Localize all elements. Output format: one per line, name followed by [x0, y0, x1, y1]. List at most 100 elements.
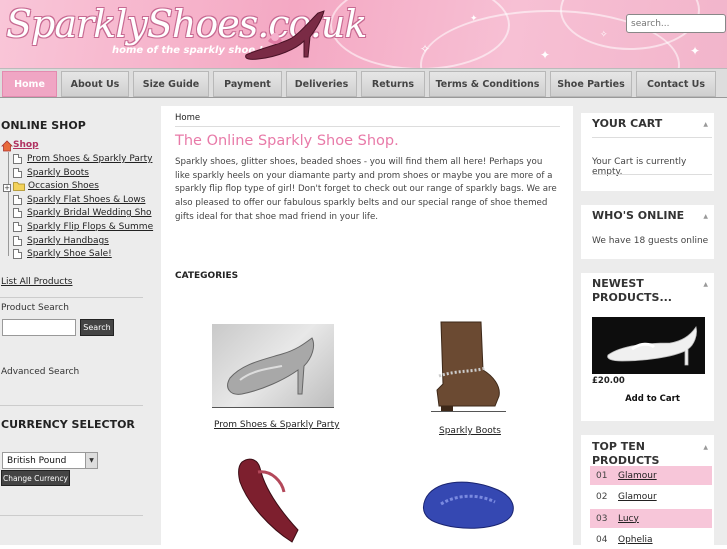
top-ten-heading: TOP TEN PRODUCTS: [592, 440, 660, 467]
page-title: The Online Sparkly Shoe Shop.: [175, 133, 399, 149]
shop-root-link[interactable]: Shop: [13, 140, 39, 150]
category-tile-label[interactable]: Prom Shoes & Sparkly Party: [214, 420, 339, 430]
top-ten-row[interactable]: 04 Ophelia: [590, 530, 712, 549]
rank-number: 04: [596, 534, 608, 545]
currency-selector-heading: CURRENCY SELECTOR: [1, 418, 135, 431]
newest-products-box: NEWEST PRODUCTS... ▲ £20.00 Add to Cart: [581, 273, 714, 421]
category-label: Sparkly Bridal Wedding Sho: [27, 208, 152, 218]
advanced-search-link[interactable]: Advanced Search: [1, 367, 79, 377]
top-ten-row[interactable]: 03 Lucy: [590, 509, 712, 528]
nav-shoe-parties[interactable]: Shoe Parties: [550, 71, 632, 97]
search-button[interactable]: Search: [80, 319, 114, 336]
whos-online-box: WHO'S ONLINE ▲ We have 18 guests online: [581, 205, 714, 259]
document-icon: [13, 208, 22, 218]
product-link[interactable]: Glamour: [618, 492, 657, 502]
category-prom-shoes[interactable]: Prom Shoes & Sparkly Party: [13, 154, 152, 164]
search-input[interactable]: [626, 14, 726, 33]
category-handbags[interactable]: Sparkly Handbags: [13, 236, 109, 246]
cart-heading: YOUR CART: [592, 117, 663, 130]
nav-deliveries[interactable]: Deliveries: [286, 71, 357, 97]
star-icon: ✦: [540, 48, 551, 62]
category-label: Sparkly Handbags: [27, 236, 109, 246]
product-search-label: Product Search: [1, 303, 69, 313]
nav-payment[interactable]: Payment: [213, 71, 282, 97]
document-icon: [13, 236, 22, 246]
change-currency-button[interactable]: Change Currency: [1, 470, 70, 486]
document-icon: [13, 195, 22, 205]
nav-home[interactable]: Home: [2, 71, 57, 97]
newest-product-price: £20.00: [592, 376, 625, 386]
top-ten-box: TOP TEN PRODUCTS ▲ 01 Glamour 02 Glamour…: [581, 435, 714, 545]
category-image-sparkly-boots[interactable]: [431, 320, 506, 412]
top-ten-row[interactable]: 01 Glamour: [590, 466, 712, 485]
category-occasion-shoes[interactable]: Occasion Shoes: [13, 181, 99, 191]
shop-home-icon: [1, 140, 13, 152]
silver-heel-shoe-image: [227, 337, 315, 395]
nav-returns[interactable]: Returns: [361, 71, 425, 97]
category-label: Prom Shoes & Sparkly Party: [27, 154, 153, 164]
category-label: Sparkly Flip Flops & Summe: [27, 222, 154, 232]
star-icon: ✧: [420, 42, 431, 56]
category-image-occasion-shoes[interactable]: [212, 452, 334, 545]
product-link[interactable]: Ophelia: [618, 535, 653, 545]
breadcrumb[interactable]: Home: [175, 113, 200, 123]
burgundy-shoe-image: [238, 458, 299, 543]
tree-connector: [8, 152, 9, 256]
nav-terms-conditions[interactable]: Terms & Conditions: [429, 71, 546, 97]
rank-number: 03: [596, 513, 608, 524]
whos-online-heading: WHO'S ONLINE: [592, 209, 685, 222]
category-label: Occasion Shoes: [28, 181, 99, 191]
nav-contact-us[interactable]: Contact Us: [636, 71, 716, 97]
star-icon: ✦: [470, 14, 478, 24]
nav-about-us[interactable]: About Us: [61, 71, 129, 97]
currency-selected-value: British Pound: [7, 455, 67, 466]
star-icon: ✧: [600, 30, 608, 40]
categories-heading: CATEGORIES: [175, 271, 239, 281]
category-label: Sparkly Flat Shoes & Lows: [27, 195, 146, 205]
star-icon: ✦: [690, 44, 701, 58]
online-shop-heading: ONLINE SHOP: [1, 119, 86, 132]
category-flip-flops[interactable]: Sparkly Flip Flops & Summe: [13, 222, 153, 232]
product-search-input[interactable]: [2, 319, 76, 336]
divider: [592, 174, 712, 175]
main-nav: Home About Us Size Guide Payment Deliver…: [0, 68, 727, 98]
brown-boot-image: [436, 321, 500, 411]
rank-number: 01: [596, 470, 608, 481]
white-sandal-image: [607, 326, 697, 366]
guests-online-text: We have 18 guests online: [592, 236, 709, 246]
category-flat-shoes[interactable]: Sparkly Flat Shoes & Lows: [13, 195, 145, 205]
category-label: Sparkly Boots: [27, 168, 89, 178]
category-sparkly-boots[interactable]: Sparkly Boots: [13, 168, 89, 178]
category-image-prom-shoes[interactable]: [212, 324, 334, 408]
collapse-icon[interactable]: ▲: [703, 444, 708, 451]
collapse-icon[interactable]: ▲: [703, 121, 708, 128]
collapse-icon[interactable]: ▲: [703, 213, 708, 220]
document-icon: [13, 168, 22, 178]
category-image-flat-shoes[interactable]: [407, 460, 529, 542]
divider: [0, 405, 143, 406]
currency-select[interactable]: British Pound ▼: [2, 452, 98, 469]
nav-underband: [0, 98, 727, 106]
nav-size-guide[interactable]: Size Guide: [133, 71, 209, 97]
collapse-icon[interactable]: ▲: [703, 281, 708, 288]
product-link[interactable]: Lucy: [618, 514, 639, 524]
product-link[interactable]: Glamour: [618, 471, 657, 481]
category-tile-label[interactable]: Sparkly Boots: [439, 426, 501, 436]
top-ten-row[interactable]: 02 Glamour: [590, 487, 712, 506]
chevron-down-icon: ▼: [85, 453, 97, 468]
list-all-products-link[interactable]: List All Products: [1, 277, 72, 287]
folder-icon: [13, 182, 25, 191]
category-shoe-sale[interactable]: Sparkly Shoe Sale!: [13, 249, 112, 259]
add-to-cart-button[interactable]: Add to Cart: [581, 394, 724, 404]
divider: [0, 297, 143, 298]
divider: [592, 137, 712, 138]
newest-product-image[interactable]: [592, 317, 705, 374]
intro-text: Sparkly shoes, glitter shoes, beaded sho…: [175, 157, 557, 222]
newest-products-heading: NEWEST PRODUCTS...: [592, 277, 672, 304]
document-icon: [13, 249, 22, 259]
blue-flat-shoe-image: [422, 481, 514, 529]
divider: [175, 126, 560, 127]
category-bridal-wedding[interactable]: Sparkly Bridal Wedding Sho: [13, 208, 152, 218]
high-heel-shoe-icon: [245, 10, 325, 60]
expand-toggle-icon[interactable]: +: [3, 184, 11, 192]
